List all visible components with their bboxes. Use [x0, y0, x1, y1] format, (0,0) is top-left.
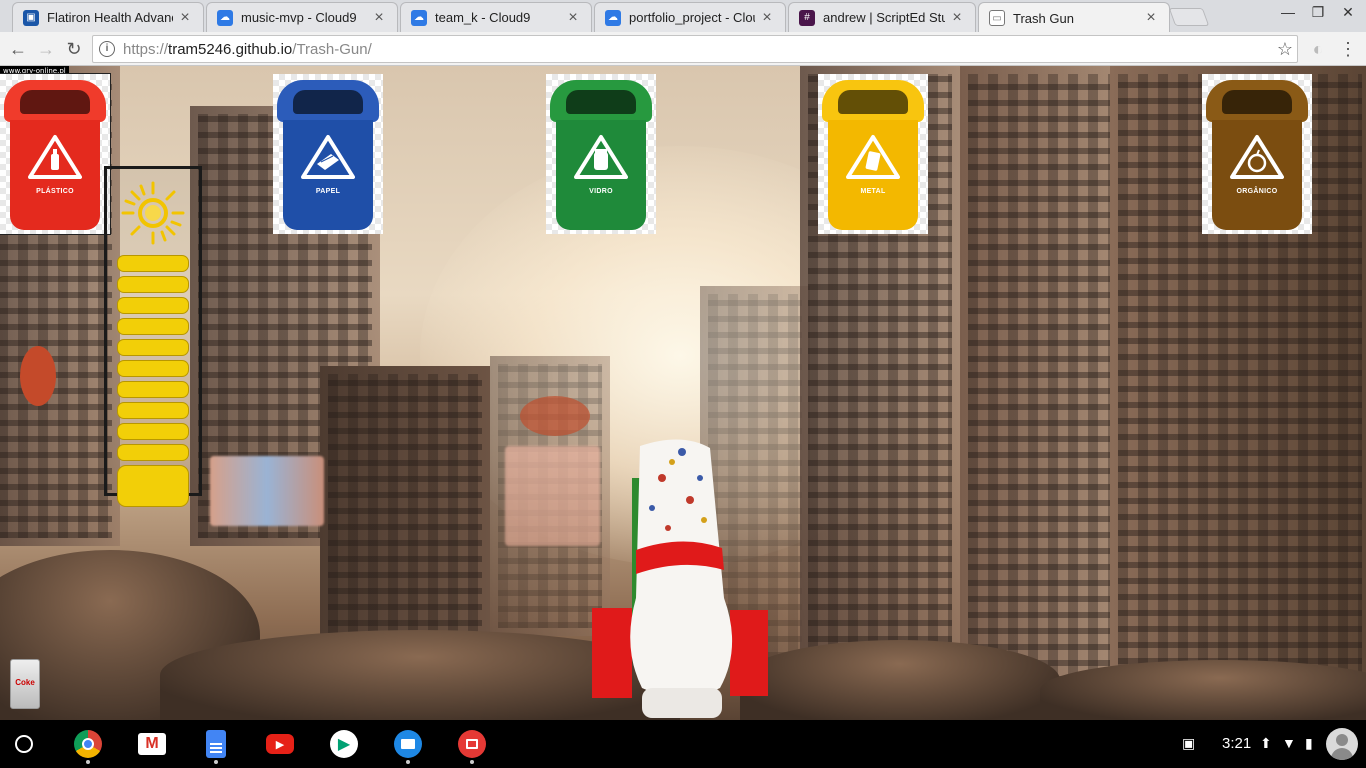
energy-cell [117, 402, 189, 419]
reload-icon[interactable]: ↻ [62, 37, 86, 61]
bottle-icon [28, 135, 82, 179]
tab-title: Flatiron Health Advance [47, 10, 173, 25]
tab-flatiron[interactable]: ▣ Flatiron Health Advance × [12, 2, 204, 32]
cloud9-icon: ☁ [411, 9, 427, 26]
energy-cell [117, 444, 189, 461]
close-icon[interactable]: × [1143, 9, 1159, 27]
soda-can-icon[interactable]: Coke [10, 659, 40, 709]
tab-title: portfolio_project - Cloud9 [629, 10, 755, 25]
energy-cells [117, 255, 189, 511]
energy-cell [117, 318, 189, 335]
extension-icon[interactable]: ◐ [1306, 37, 1330, 61]
cloud9-icon: ☁ [217, 9, 233, 26]
tab-title: Trash Gun [1013, 10, 1074, 26]
apple-icon [1230, 135, 1284, 179]
tab-scripted-student[interactable]: # andrew | ScriptEd Studen × [788, 2, 976, 32]
game-canvas[interactable]: www.gry-online.pl PLÁSTICO PAPEL VIDRO M… [0, 66, 1366, 720]
paper-icon [301, 135, 355, 179]
chrome-icon[interactable] [74, 730, 102, 764]
info-icon[interactable]: i [99, 41, 115, 57]
can-icon [846, 135, 900, 179]
bin-vidro[interactable]: VIDRO [546, 74, 656, 234]
rubble-pile [740, 640, 1060, 720]
files-icon[interactable] [394, 730, 422, 764]
browser-toolbar: ← → ↻ i https://tram5246.github.io/Trash… [0, 32, 1366, 66]
address-bar[interactable]: i https://tram5246.github.io/Trash-Gun/ … [92, 35, 1298, 63]
billboard [210, 456, 324, 526]
energy-cell [117, 465, 189, 507]
wifi-icon[interactable]: ▼ [1282, 735, 1296, 751]
bin-label: PLÁSTICO [36, 188, 74, 195]
energy-cell [117, 255, 189, 272]
forward-arrow-icon[interactable]: → [34, 37, 58, 61]
billboard-sign [520, 396, 590, 436]
minimize-icon[interactable]: — [1276, 4, 1300, 20]
bin-label: METAL [860, 188, 886, 195]
jar-icon [574, 135, 628, 179]
energy-cell [117, 360, 189, 377]
sun-icon [121, 181, 185, 245]
photos-icon[interactable] [458, 730, 486, 764]
close-icon[interactable]: × [565, 9, 581, 27]
launcher-icon[interactable] [15, 735, 33, 753]
os-shelf: M ▶ ▶ ▣ 3:21 ⬆ ▼ ▮ [0, 720, 1366, 768]
rubble-pile [1040, 660, 1366, 720]
close-icon[interactable]: × [949, 9, 965, 27]
tab-title: team_k - Cloud9 [435, 10, 531, 25]
bin-papel[interactable]: PAPEL [273, 74, 383, 234]
new-tab-button[interactable] [1168, 8, 1210, 26]
billboard [505, 446, 600, 546]
bookmark-star-icon[interactable]: ☆ [1277, 39, 1293, 60]
image-notification-icon[interactable]: ▣ [1182, 735, 1195, 752]
building [320, 366, 490, 666]
play-store-icon[interactable]: ▶ [330, 730, 358, 758]
close-icon[interactable]: × [371, 9, 387, 27]
bin-organico[interactable]: ORGÂNICO [1202, 74, 1312, 234]
building [960, 66, 1120, 706]
tab-strip: ▣ Flatiron Health Advance × ☁ music-mvp … [0, 0, 1366, 33]
bin-label: PAPEL [315, 188, 341, 195]
avatar[interactable] [1326, 728, 1358, 760]
bin-label: VIDRO [589, 188, 613, 195]
trash-gun[interactable] [592, 438, 772, 720]
billboard-sign [20, 346, 56, 406]
bin-metal[interactable]: METAL [818, 74, 928, 234]
energy-cell [117, 297, 189, 314]
tab-title: andrew | ScriptEd Studen [823, 10, 945, 25]
back-arrow-icon[interactable]: ← [6, 37, 30, 61]
tab-music-mvp[interactable]: ☁ music-mvp - Cloud9 × [206, 2, 398, 32]
tab-trash-gun[interactable]: ▭ Trash Gun × [978, 2, 1170, 33]
bin-plastico[interactable]: PLÁSTICO [0, 73, 111, 235]
clock[interactable]: 3:21 [1222, 735, 1251, 752]
close-icon[interactable]: × [177, 9, 193, 27]
url-text: https://tram5246.github.io/Trash-Gun/ [123, 40, 372, 58]
gmail-icon[interactable]: M [138, 733, 166, 755]
energy-cell [117, 339, 189, 356]
slack-icon: # [799, 9, 815, 26]
close-icon[interactable]: × [759, 9, 775, 27]
page-icon: ▭ [989, 10, 1005, 26]
menu-icon[interactable]: ⋮ [1336, 37, 1360, 61]
tab-title: music-mvp - Cloud9 [241, 10, 357, 25]
user-card-icon: ▣ [23, 9, 39, 26]
tab-team-k[interactable]: ☁ team_k - Cloud9 × [400, 2, 592, 32]
docs-icon[interactable] [206, 730, 226, 764]
bin-label: ORGÂNICO [1236, 188, 1278, 195]
energy-cell [117, 381, 189, 398]
close-window-icon[interactable]: ✕ [1336, 4, 1360, 21]
maximize-icon[interactable]: ❐ [1306, 4, 1330, 21]
energy-meter [104, 166, 202, 507]
energy-cell [117, 276, 189, 293]
energy-cell [117, 423, 189, 440]
battery-icon[interactable]: ▮ [1305, 735, 1313, 752]
cloud9-icon: ☁ [605, 9, 621, 26]
tab-portfolio-project[interactable]: ☁ portfolio_project - Cloud9 × [594, 2, 786, 32]
upload-icon[interactable]: ⬆ [1260, 735, 1272, 752]
youtube-icon[interactable]: ▶ [266, 734, 294, 754]
